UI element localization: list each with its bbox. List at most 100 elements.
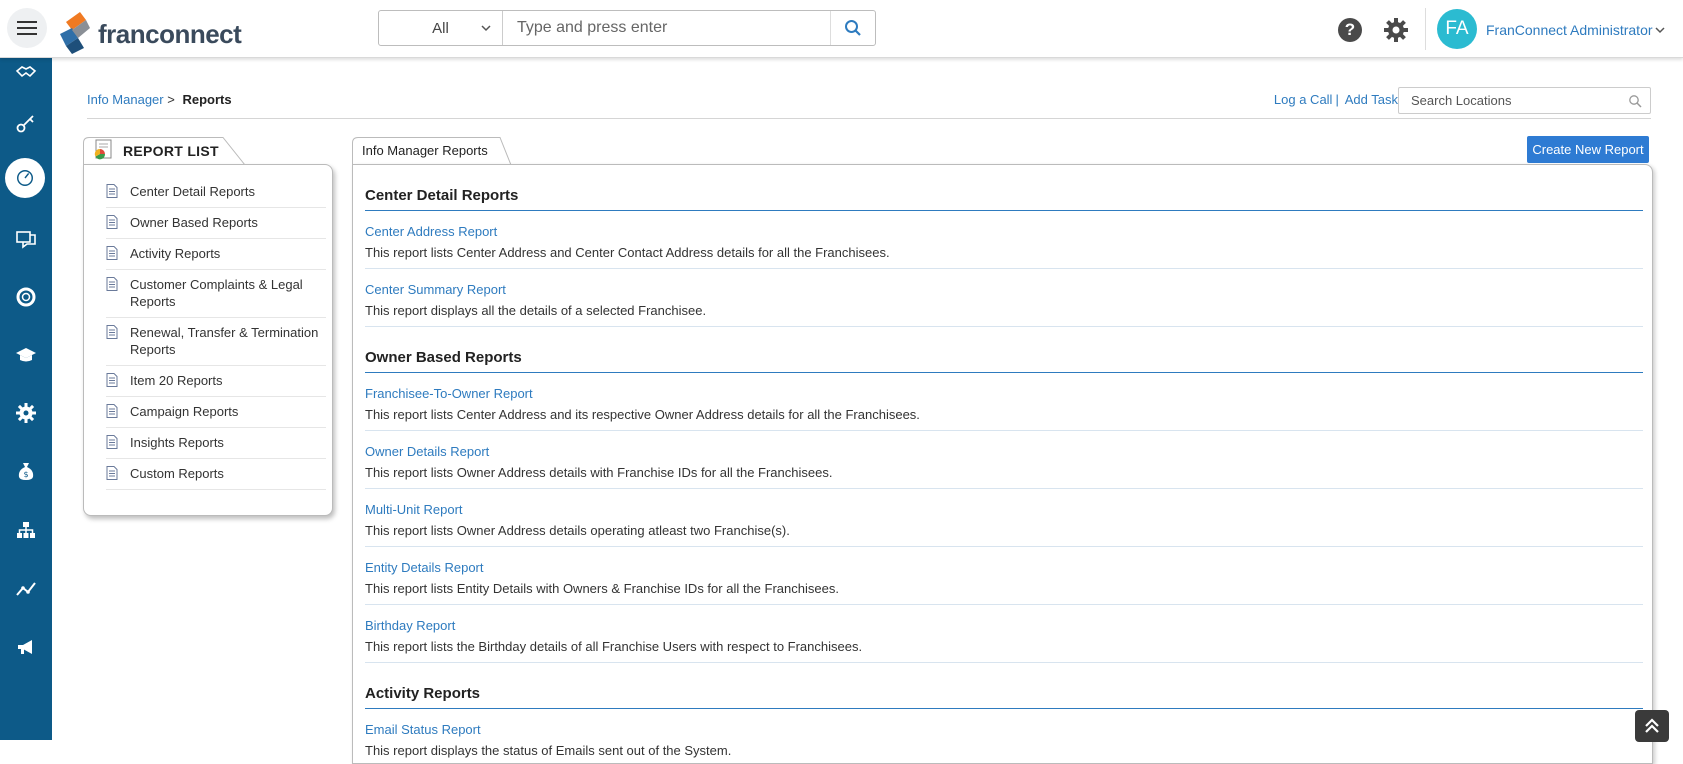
graduation-cap-icon: [16, 348, 36, 362]
create-new-report-button[interactable]: Create New Report: [1527, 136, 1649, 163]
report-list-item[interactable]: Customer Complaints & Legal Reports: [106, 270, 326, 318]
report-link[interactable]: Entity Details Report: [365, 559, 484, 576]
breadcrumb-info-manager[interactable]: Info Manager: [87, 92, 164, 107]
search-icon: [845, 20, 861, 36]
key-icon: [16, 115, 34, 133]
help-icon[interactable]: ?: [1338, 18, 1362, 42]
report-link[interactable]: Owner Details Report: [365, 443, 489, 460]
report-description: This report lists Entity Details with Ow…: [365, 581, 839, 596]
add-task-link[interactable]: Add Task: [1345, 92, 1398, 107]
nav-active-indicator: [5, 158, 45, 198]
report-link[interactable]: Email Status Report: [365, 721, 481, 738]
report-row: Email Status Report This report displays …: [365, 709, 1643, 763]
scroll-to-top-button[interactable]: [1635, 710, 1669, 742]
nav-hierarchy[interactable]: [0, 508, 52, 552]
nav-analytics[interactable]: [0, 567, 52, 611]
report-description: This report displays all the details of …: [365, 303, 707, 318]
megaphone-icon: [18, 640, 32, 654]
nav-marketing[interactable]: [0, 625, 52, 669]
location-search-input[interactable]: [1411, 93, 1628, 108]
report-description: This report lists Center Address and its…: [365, 407, 920, 422]
search-scope-select[interactable]: All: [379, 11, 503, 45]
report-row: Multi-Unit Report This report lists Owner…: [365, 489, 1643, 547]
nav-chat[interactable]: [0, 218, 52, 262]
document-icon: [106, 277, 118, 291]
avatar[interactable]: FA: [1437, 9, 1477, 49]
dashboard-icon: [17, 170, 33, 186]
log-a-call-link[interactable]: Log a Call: [1274, 92, 1333, 107]
section-title: Center Detail Reports: [365, 175, 1643, 211]
report-link[interactable]: Center Summary Report: [365, 281, 506, 298]
report-row: Center Address Report This report lists C…: [365, 211, 1643, 269]
report-row: Center Summary Report This report display…: [365, 269, 1643, 327]
report-list-item[interactable]: Insights Reports: [106, 428, 326, 459]
document-icon: [106, 325, 118, 339]
chevron-down-icon: [481, 25, 491, 32]
report-row: Entity Details Report This report lists E…: [365, 547, 1643, 605]
report-list-item-label: Insights Reports: [130, 435, 224, 450]
location-search: [1398, 87, 1651, 114]
report-list-panel: Center Detail Reports Owner Based Reports…: [83, 164, 333, 516]
chat-icon: [16, 231, 36, 249]
report-list-item[interactable]: Item 20 Reports: [106, 366, 326, 397]
report-description: This report lists the Birthday details o…: [365, 639, 863, 654]
left-nav: $: [0, 58, 52, 740]
report-link[interactable]: Center Address Report: [365, 223, 497, 240]
report-description: This report lists Owner Address details …: [365, 465, 833, 480]
report-list-item-label: Center Detail Reports: [130, 184, 255, 199]
report-list-item[interactable]: Center Detail Reports: [106, 177, 326, 208]
report-list-item[interactable]: Renewal, Transfer & Termination Reports: [106, 318, 326, 366]
report-list: Center Detail Reports Owner Based Reports…: [106, 177, 326, 490]
report-description: This report displays the status of Email…: [365, 743, 732, 758]
search-button[interactable]: [830, 11, 875, 45]
report-link[interactable]: Multi-Unit Report: [365, 501, 463, 518]
chevron-down-icon[interactable]: [1654, 25, 1666, 35]
document-icon: [106, 466, 118, 480]
document-icon: [106, 435, 118, 449]
section-title: Activity Reports: [365, 673, 1643, 709]
franconnect-logo[interactable]: franconnect: [56, 8, 242, 54]
search-input[interactable]: [503, 11, 830, 45]
nav-dashboard[interactable]: [0, 156, 52, 200]
report-list-item-label: Owner Based Reports: [130, 215, 258, 230]
org-chart-icon: [17, 522, 35, 538]
gear-icon[interactable]: [1383, 17, 1409, 43]
user-name[interactable]: FranConnect Administrator: [1486, 22, 1653, 38]
report-list-item-label: Item 20 Reports: [130, 373, 223, 388]
link-separator: |: [1335, 92, 1339, 107]
report-description: This report lists Center Address and Cen…: [365, 245, 890, 260]
search-icon[interactable]: [1628, 94, 1642, 108]
report-link[interactable]: Birthday Report: [365, 617, 455, 634]
report-list-item[interactable]: Activity Reports: [106, 239, 326, 270]
search-scope-value: All: [432, 19, 449, 37]
report-row: Owner Details Report This report lists Ow…: [365, 431, 1643, 489]
nav-finance[interactable]: $: [0, 449, 52, 493]
report-list-item[interactable]: Campaign Reports: [106, 397, 326, 428]
main-tab-title: Info Manager Reports: [362, 143, 488, 158]
report-list-item[interactable]: Custom Reports: [106, 459, 326, 490]
nav-training[interactable]: [0, 333, 52, 377]
report-list-item[interactable]: Owner Based Reports: [106, 208, 326, 239]
nav-support[interactable]: [0, 275, 52, 319]
report-list-item-label: Campaign Reports: [130, 404, 239, 419]
document-icon: [106, 184, 118, 198]
report-row: Franchisee-To-Owner Report This report li…: [365, 373, 1643, 431]
report-link[interactable]: Franchisee-To-Owner Report: [365, 385, 533, 402]
report-row: Birthday Report This report lists the Bir…: [365, 605, 1643, 663]
report-description: This report lists Owner Address details …: [365, 523, 790, 538]
document-icon: [106, 246, 118, 260]
handshake-icon: [15, 66, 37, 78]
global-search: All: [378, 10, 876, 46]
nav-settings[interactable]: [0, 391, 52, 435]
report-list-item-label: Activity Reports: [130, 246, 221, 261]
trend-icon: [16, 582, 36, 596]
double-chevron-up-icon: [1645, 718, 1659, 733]
reports-panel: Center Detail Reports Center Address Repo…: [352, 164, 1653, 764]
quick-links: Log a Call | Add Task: [1274, 92, 1398, 107]
nav-key[interactable]: [0, 101, 52, 145]
document-icon: [106, 215, 118, 229]
menu-button[interactable]: [7, 8, 47, 48]
top-bar: franconnect All ? FA FranConnect Adminis…: [0, 0, 1683, 58]
